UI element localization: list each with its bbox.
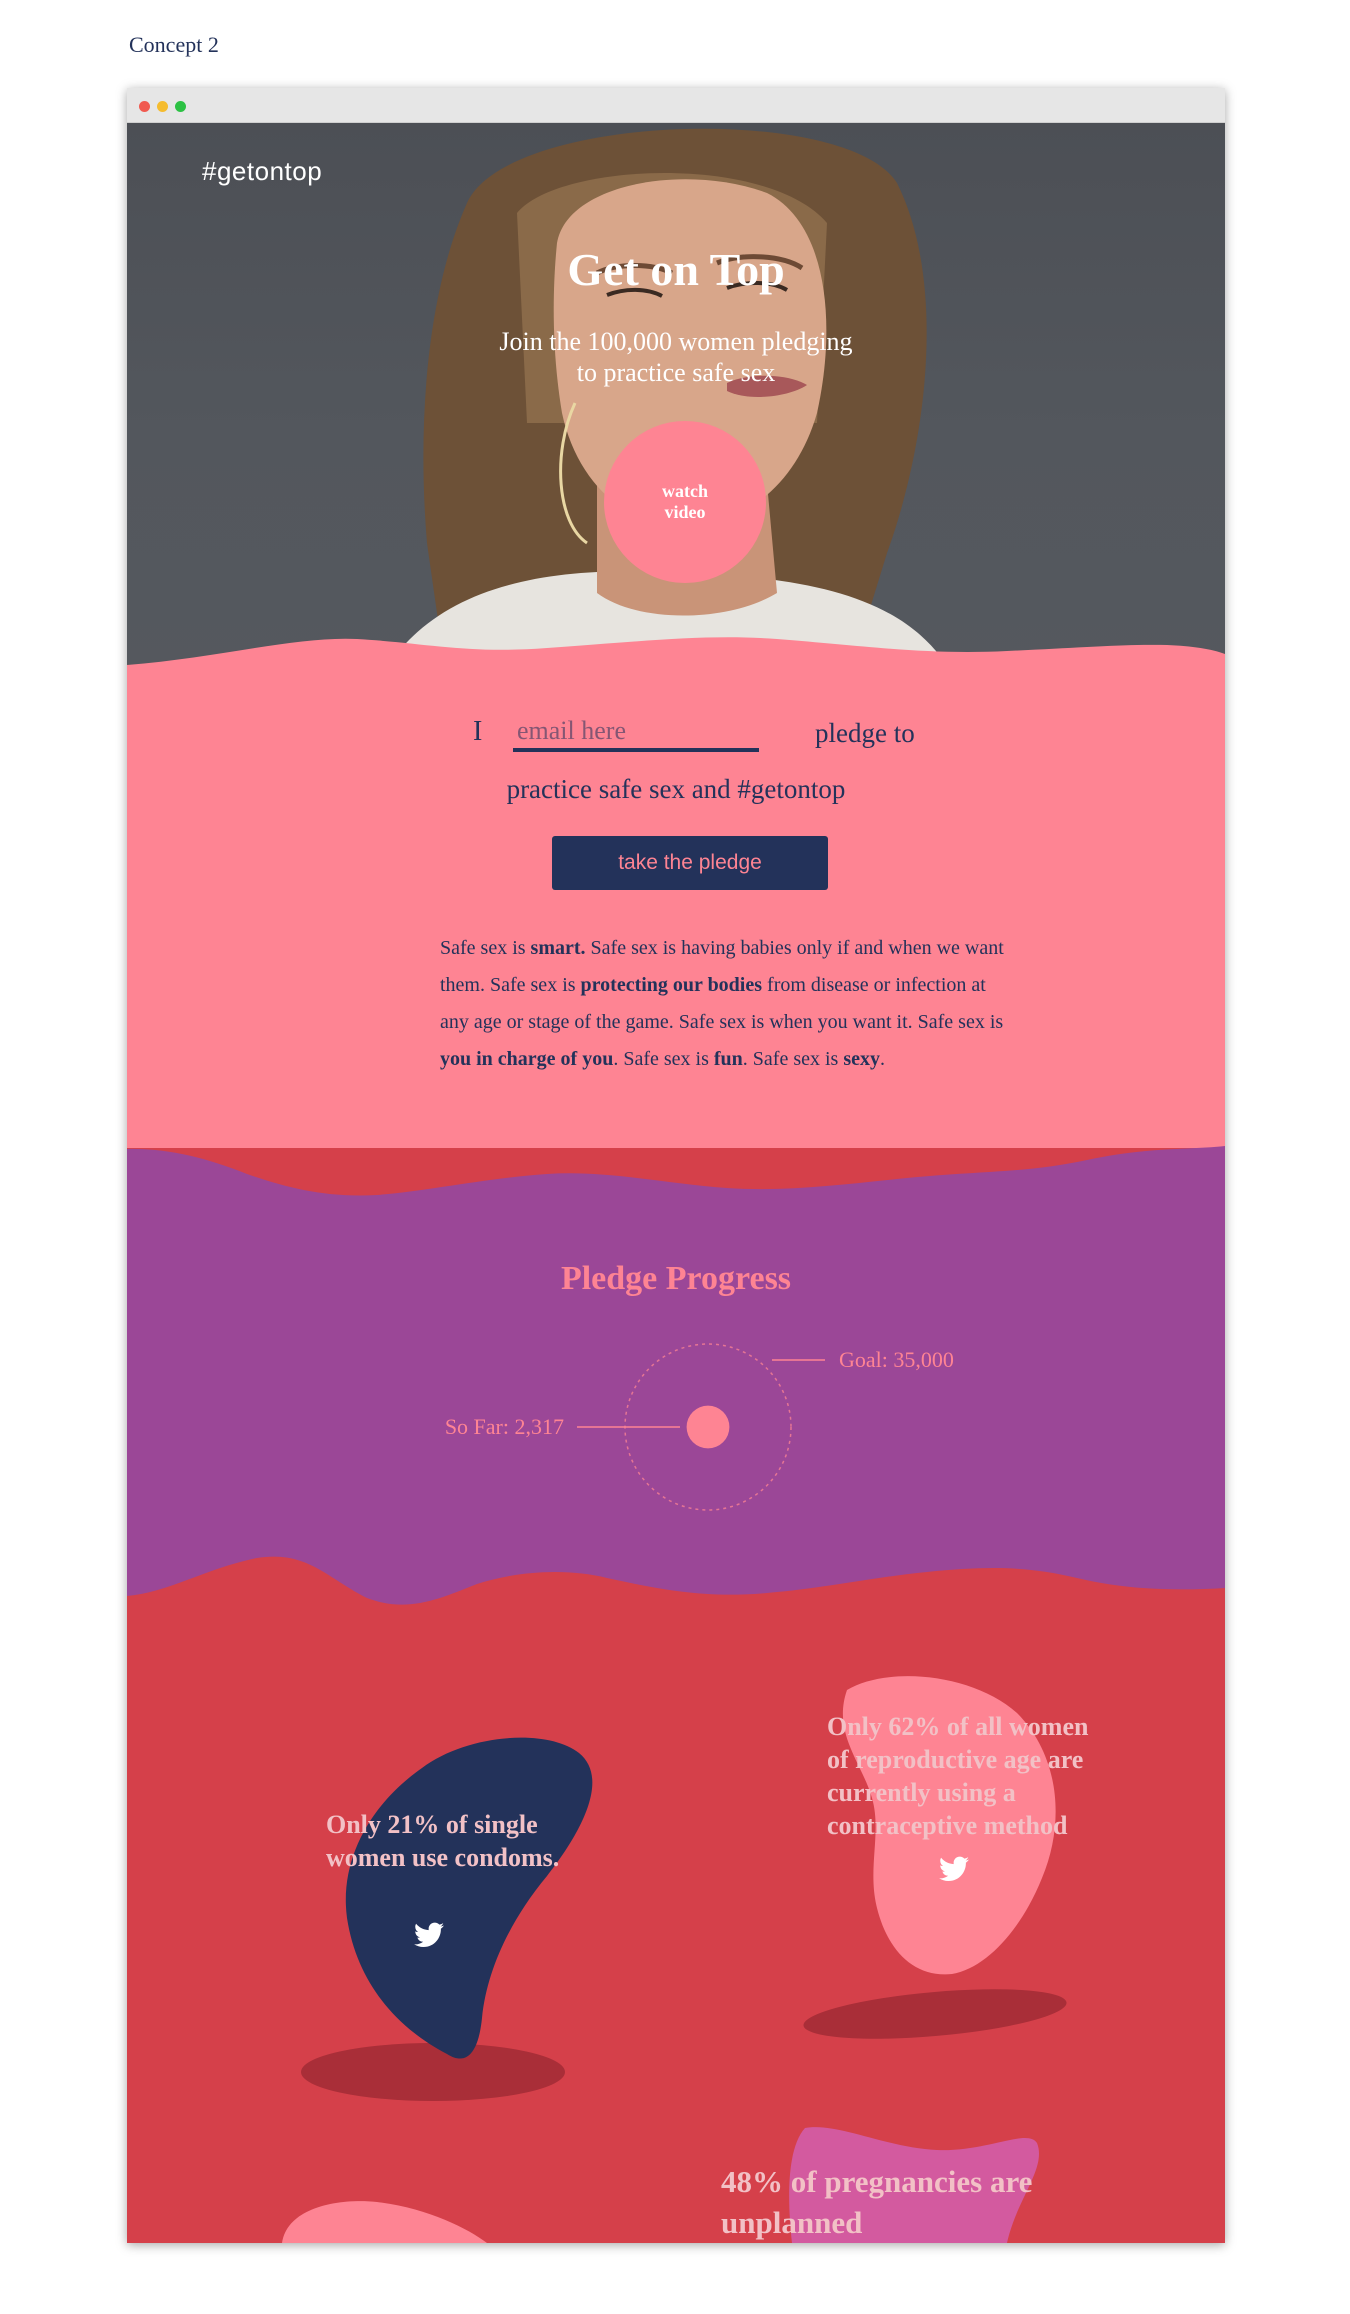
email-input[interactable]: [513, 714, 759, 752]
stat-unplanned-pregnancies: 48% of pregnancies are unplanned: [721, 2161, 1032, 2243]
stat-text-line: unplanned: [721, 2205, 863, 2240]
stat-text-line: 48% of pregnancies are: [721, 2164, 1033, 2199]
stat-contraceptive-use: Only 62% of all women of reproductive ag…: [827, 1710, 1088, 1842]
manifesto-text: Safe sex is: [440, 937, 531, 959]
manifesto-text: .: [880, 1048, 886, 1070]
pledge-prefix: I: [473, 716, 483, 747]
manifesto-emphasis: sexy: [843, 1048, 881, 1070]
stat-text-line: Only 62% of all women: [827, 1712, 1089, 1741]
so-far-label: So Far: 2,317: [445, 1414, 564, 1439]
stat-text-line: Only 21% of single: [326, 1810, 538, 1839]
stat1-blob-shadow: [301, 2043, 565, 2101]
concept-label: Concept 2: [129, 32, 219, 57]
manifesto-emphasis: protecting our bodies: [580, 974, 763, 996]
manifesto-text: . Safe sex is: [613, 1048, 714, 1070]
browser-window: #getontop Get on Top Join the 100,000 wo…: [127, 88, 1225, 2243]
stat-text-line: women use condoms.: [326, 1843, 560, 1872]
pledge-suffix: pledge to: [815, 718, 915, 748]
manifesto-paragraph: Safe sex is smart. Safe sex is having ba…: [440, 930, 1010, 1078]
stat-text-line: contraceptive method: [827, 1811, 1068, 1840]
manifesto-text: . Safe sex is: [742, 1048, 844, 1070]
section-waves: [127, 637, 1225, 2243]
twitter-icon[interactable]: [939, 1856, 969, 1882]
manifesto-emphasis: fun: [713, 1048, 743, 1070]
so-far-circle: [686, 1405, 730, 1449]
take-the-pledge-button[interactable]: take the pledge: [552, 836, 828, 890]
stat-text-line: of reproductive age are: [827, 1745, 1084, 1774]
stats-section-background: [127, 1556, 1225, 2243]
goal-label: Goal: 35,000: [839, 1347, 954, 1372]
stat-condom-use: Only 21% of single women use condoms.: [326, 1808, 559, 1874]
pledge-statement: practice safe sex and #getontop: [506, 774, 846, 804]
stat-text-line: currently using a: [827, 1778, 1016, 1807]
pledge-progress-chart: Goal: 35,000 So Far: 2,317: [445, 1343, 954, 1511]
twitter-icon[interactable]: [414, 1922, 444, 1948]
manifesto-emphasis: you in charge of you: [440, 1048, 614, 1070]
pledge-form-row: I pledge to: [127, 714, 1225, 754]
manifesto-emphasis: smart.: [530, 937, 586, 959]
